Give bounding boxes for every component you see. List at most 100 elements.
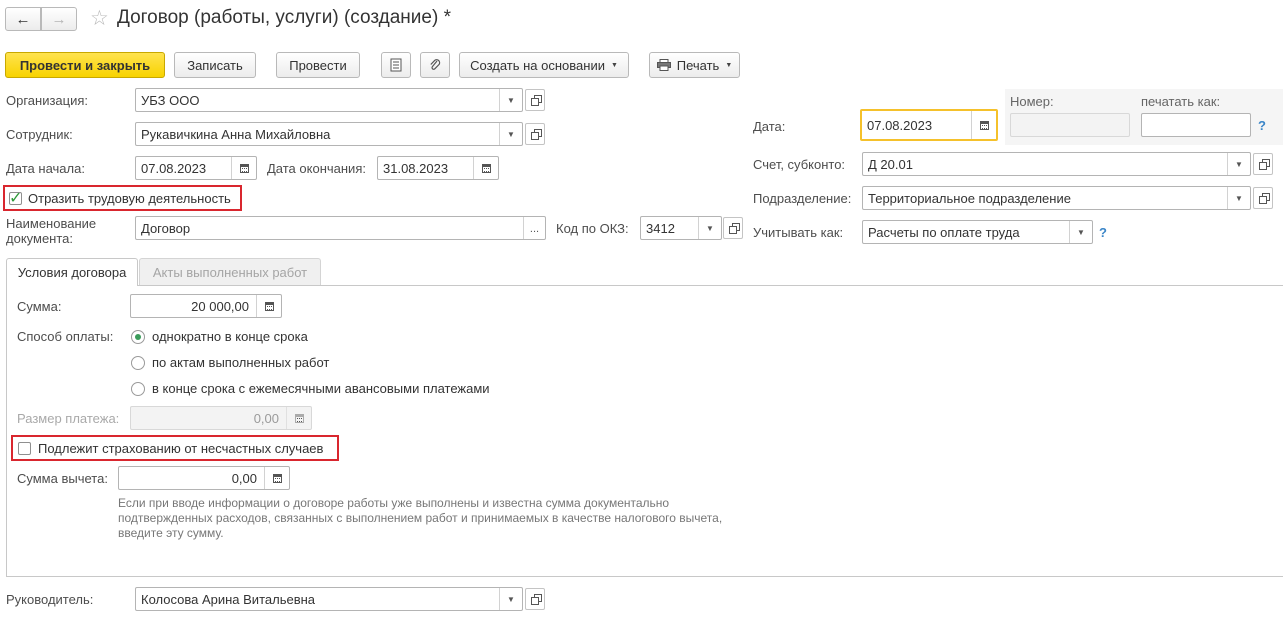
department-value: Территориальное подразделение [868,191,1071,206]
calendar-icon [979,120,989,130]
account-as-value: Расчеты по оплате труда [868,225,1020,240]
save-label: Записать [187,57,243,73]
paperclip-icon [430,59,441,70]
calendar-icon [481,163,491,173]
print-as-field[interactable] [1141,113,1251,137]
deduction-field[interactable]: 0,00 [118,466,290,490]
employee-field[interactable]: Рукавичкина Анна Михайловна ▼ [135,122,523,146]
payment-option-advance-radio[interactable] [131,382,145,396]
department-field[interactable]: Территориальное подразделение ▼ [862,186,1251,210]
account-open-button[interactable] [1253,153,1273,175]
payment-option-once-radio[interactable] [131,330,145,344]
checkmark-icon: ✓ [9,190,23,207]
employee-label: Сотрудник: [6,127,73,142]
okz-value: 3412 [646,221,675,236]
manager-value: Колосова Арина Витальевна [141,592,316,607]
organization-label: Организация: [6,93,89,108]
chevron-down-icon[interactable]: ▼ [1069,221,1092,243]
payment-size-field[interactable]: 0,00 [130,406,312,430]
account-field[interactable]: Д 20.01 ▼ [862,152,1251,176]
payment-size-value: 0,00 [253,411,279,426]
payment-option-once-label[interactable]: однократно в конце срока [152,329,308,344]
okz-field[interactable]: 3412 ▼ [640,216,722,240]
document-list-icon [390,58,402,72]
post-and-close-button[interactable]: Провести и закрыть [5,52,165,78]
calendar-button[interactable] [473,157,498,179]
calculator-button[interactable] [264,467,289,489]
chevron-down-icon[interactable]: ▼ [499,89,522,111]
calendar-button[interactable] [231,157,256,179]
chevron-down-icon[interactable]: ▼ [499,588,522,610]
print-as-label: печатать как: [1141,94,1221,109]
deduction-hint-line2: подтвержденных расходов, связанных с вып… [118,511,723,525]
chevron-down-icon: ▼ [725,61,733,69]
department-label: Подразделение: [753,191,852,206]
end-date-field[interactable]: 31.08.2023 [377,156,499,180]
department-open-button[interactable] [1253,187,1273,209]
chevron-down-icon[interactable]: ▼ [698,217,721,239]
post-button[interactable]: Провести [276,52,360,78]
create-based-on-button[interactable]: Создать на основании ▼ [459,52,629,78]
save-button[interactable]: Записать [174,52,256,78]
start-date-value: 07.08.2023 [141,161,207,176]
organization-open-button[interactable] [525,89,545,111]
calendar-button[interactable] [971,111,996,139]
tab-completed-works-acts[interactable]: Акты выполненных работ [139,258,321,285]
deduction-value: 0,00 [231,471,257,486]
help-icon[interactable]: ? [1099,225,1107,240]
payment-size-label: Размер платежа: [17,411,120,426]
number-field[interactable] [1010,113,1130,137]
attachments-button[interactable] [420,52,450,78]
payment-option-advance-label[interactable]: в конце срока с ежемесячными авансовыми … [152,381,490,396]
calculator-icon [264,301,274,311]
employee-value: Рукавичкина Анна Михайловна [141,127,331,142]
date-field[interactable]: 07.08.2023 [860,109,998,141]
sum-label: Сумма: [17,299,62,314]
forward-arrow-icon: → [51,10,67,28]
deduction-hint-line3: введите эту сумму. [118,526,224,540]
employee-open-button[interactable] [525,123,545,145]
sum-field[interactable]: 20 000,00 [130,294,282,318]
end-date-label: Дата окончания: [267,161,366,176]
chevron-down-icon[interactable]: ▼ [1227,187,1250,209]
forward-button[interactable]: → [41,7,77,31]
payment-method-label: Способ оплаты: [17,329,114,344]
tab-contract-terms[interactable]: Условия договора [6,258,138,286]
chevron-down-icon[interactable]: ▼ [499,123,522,145]
back-arrow-icon: ← [15,10,31,28]
doc-name-label-line1: Наименование [6,216,97,231]
sum-value: 20 000,00 [191,299,249,314]
page-title: Договор (работы, услуги) (создание) * [117,7,451,28]
okz-open-button[interactable] [723,217,743,239]
manager-open-button[interactable] [525,588,545,610]
create-based-on-label: Создать на основании [470,57,605,73]
number-label: Номер: [1010,94,1054,109]
calculator-button[interactable] [256,295,281,317]
date-label: Дата: [753,119,786,134]
account-value: Д 20.01 [868,157,913,172]
chevron-down-icon[interactable]: ▼ [1227,153,1250,175]
doc-name-field[interactable]: Договор ... [135,216,546,240]
calculator-button[interactable] [286,407,311,429]
journal-button[interactable] [381,52,411,78]
chevron-down-icon: ▼ [610,61,618,69]
ellipsis-icon[interactable]: ... [523,217,545,239]
reflect-work-checkbox[interactable]: ✓ [9,190,22,207]
calculator-icon [272,473,282,483]
payment-option-acts-label[interactable]: по актам выполненных работ [152,355,329,370]
manager-field[interactable]: Колосова Арина Витальевна ▼ [135,587,523,611]
insurance-label[interactable]: Подлежит страхованию от несчастных случа… [38,441,323,456]
calendar-icon [239,163,249,173]
manager-label: Руководитель: [6,592,94,607]
account-as-field[interactable]: Расчеты по оплате труда ▼ [862,220,1093,244]
help-icon[interactable]: ? [1258,118,1266,133]
start-date-field[interactable]: 07.08.2023 [135,156,257,180]
account-label: Счет, субконто: [753,157,846,172]
favorite-star-icon[interactable]: ☆ [90,6,109,31]
insurance-checkbox[interactable] [18,442,31,455]
organization-field[interactable]: УБЗ ООО ▼ [135,88,523,112]
back-button[interactable]: ← [5,7,41,31]
reflect-work-label[interactable]: Отразить трудовую деятельность [28,191,231,206]
payment-option-acts-radio[interactable] [131,356,145,370]
print-button[interactable]: Печать ▼ [649,52,740,78]
